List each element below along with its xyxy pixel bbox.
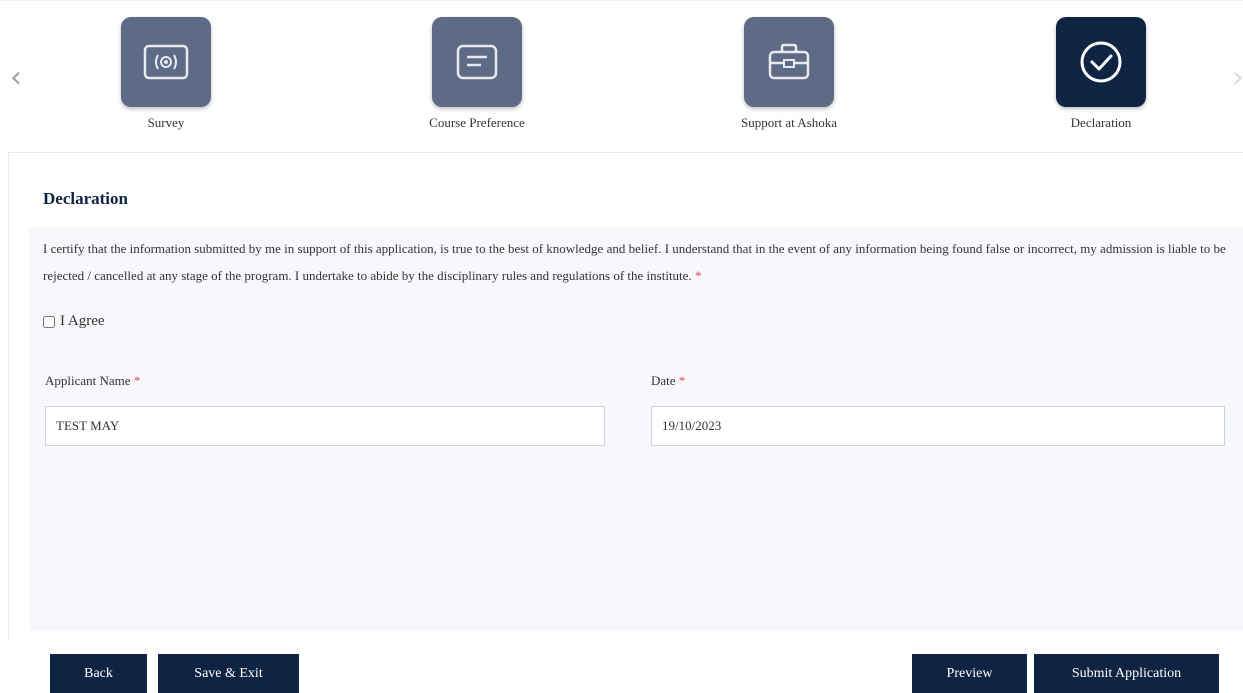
submit-application-button[interactable]: Submit Application <box>1034 654 1219 693</box>
step-survey[interactable]: Survey <box>86 17 246 131</box>
agree-checkbox-row[interactable]: I Agree <box>43 313 105 330</box>
step-course-preference[interactable]: Course Preference <box>397 17 557 131</box>
date-label: Date * <box>651 373 685 389</box>
step-label: Support at Ashoka <box>740 115 838 130</box>
application-stepper: ‹ Survey Course Preference Support at As… <box>0 0 1243 151</box>
declaration-statement: I certify that the information submitted… <box>43 241 1226 283</box>
required-marker: * <box>694 268 702 283</box>
declaration-text: I certify that the information submitted… <box>43 235 1233 289</box>
step-support-at-ashoka[interactable]: Support at Ashoka <box>709 17 869 131</box>
date-input[interactable] <box>651 406 1225 446</box>
agree-label: I Agree <box>60 313 105 329</box>
save-exit-button[interactable]: Save & Exit <box>158 654 299 693</box>
agree-checkbox[interactable] <box>43 315 55 328</box>
required-marker: * <box>678 373 686 388</box>
preview-button-label: Preview <box>946 665 993 681</box>
back-button-label: Back <box>84 665 113 681</box>
applicant-name-label: Applicant Name * <box>45 373 140 389</box>
radio-icon <box>121 17 211 107</box>
check-circle-icon <box>1056 17 1146 107</box>
submit-application-button-label: Submit Application <box>1071 665 1182 681</box>
applicant-name-label-text: Applicant Name <box>45 373 131 388</box>
declaration-form: I certify that the information submitted… <box>29 227 1243 693</box>
step-label: Course Preference <box>429 115 525 130</box>
save-exit-button-label: Save & Exit <box>194 665 263 681</box>
applicant-name-input[interactable] <box>45 406 605 446</box>
chevron-right-icon[interactable]: › <box>1232 63 1243 93</box>
preview-button[interactable]: Preview <box>912 654 1027 693</box>
date-label-text: Date <box>651 373 676 388</box>
back-button[interactable]: Back <box>50 654 147 693</box>
briefcase-icon <box>744 17 834 107</box>
step-label: Survey <box>147 115 185 130</box>
chevron-left-icon[interactable]: ‹ <box>10 63 22 93</box>
step-label: Declaration <box>1070 115 1132 130</box>
declaration-card: Declaration I certify that the informati… <box>8 152 1243 693</box>
required-marker: * <box>133 373 141 388</box>
document-icon <box>432 17 522 107</box>
section-title: Declaration <box>43 189 128 208</box>
step-declaration[interactable]: Declaration <box>1021 17 1181 131</box>
